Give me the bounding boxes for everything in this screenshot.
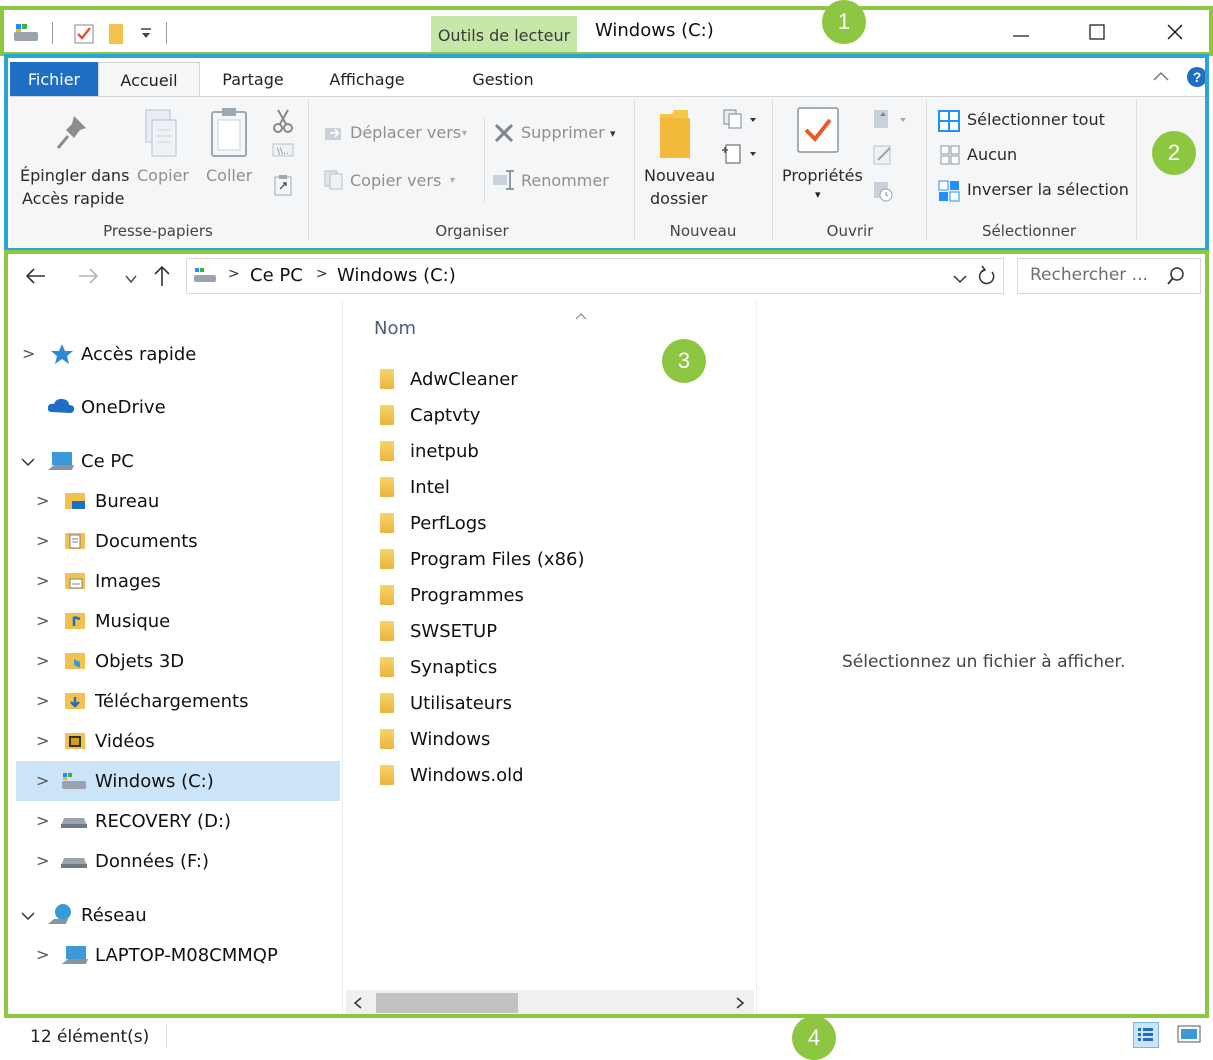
item-count: 12 élément(s) <box>30 1027 150 1047</box>
details-view-icon <box>1138 1028 1153 1041</box>
annotation-frame-ribbon <box>4 54 1209 252</box>
status-separator <box>166 1024 167 1048</box>
annotation-frame-content <box>4 250 1209 1018</box>
large-icons-view-icon <box>1177 1025 1201 1043</box>
large-icons-view-button[interactable] <box>1176 1023 1202 1051</box>
details-view-button[interactable] <box>1133 1022 1159 1048</box>
status-bar <box>0 1016 1213 1053</box>
annotation-badge-2: 2 <box>1152 131 1196 175</box>
annotation-frame-title-bar <box>0 6 1213 56</box>
annotation-badge-1: 1 <box>822 0 866 44</box>
annotation-badge-3: 3 <box>662 339 706 383</box>
annotation-badge-4: 4 <box>792 1016 836 1060</box>
